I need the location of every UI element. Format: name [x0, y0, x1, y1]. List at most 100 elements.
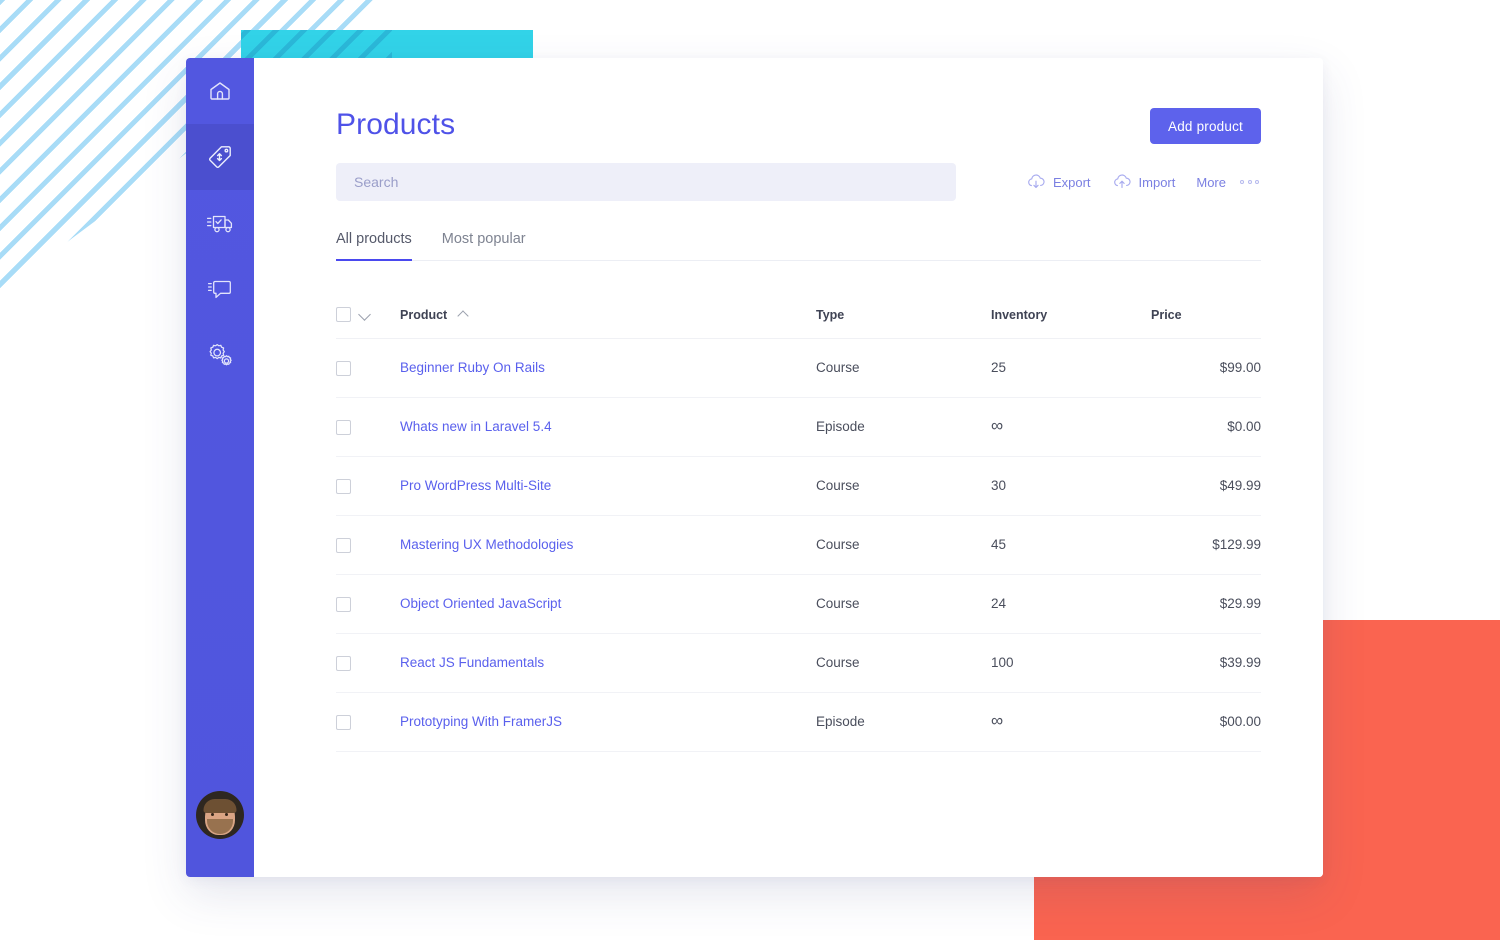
- product-price-cell: $39.99: [1151, 633, 1261, 692]
- row-select-cell: [336, 633, 400, 692]
- product-price-cell: $129.99: [1151, 515, 1261, 574]
- row-select-cell: [336, 397, 400, 456]
- product-name-cell: Pro WordPress Multi-Site: [400, 456, 816, 515]
- tag-icon: [206, 143, 234, 171]
- product-inventory-cell: 25: [991, 339, 1151, 398]
- product-type-cell: Course: [816, 574, 991, 633]
- row-select-cell: [336, 574, 400, 633]
- product-type-cell: Episode: [816, 692, 991, 751]
- product-name-cell: Prototyping With FramerJS: [400, 692, 816, 751]
- sidebar-item-messages[interactable]: [186, 256, 254, 322]
- table-row[interactable]: Object Oriented JavaScript Course24$29.99: [336, 574, 1261, 633]
- select-all-checkbox[interactable]: [336, 307, 351, 322]
- sidebar-item-shipping[interactable]: [186, 190, 254, 256]
- table-row[interactable]: Pro WordPress Multi-Site Course30$49.99: [336, 456, 1261, 515]
- product-inventory-cell: 100: [991, 633, 1151, 692]
- table-head: Product Type Inventory Price: [336, 281, 1261, 339]
- gears-icon: [205, 341, 235, 369]
- sidebar-item-settings[interactable]: [186, 322, 254, 388]
- header-select-all: [336, 281, 400, 339]
- export-button[interactable]: Export: [1026, 173, 1091, 191]
- add-product-button[interactable]: Add product: [1150, 108, 1261, 144]
- product-type-cell: Course: [816, 515, 991, 574]
- import-button[interactable]: Import: [1112, 173, 1176, 191]
- product-name-cell: Mastering UX Methodologies: [400, 515, 816, 574]
- product-link[interactable]: Pro WordPress Multi-Site: [400, 478, 551, 493]
- cloud-upload-icon: [1112, 173, 1132, 191]
- row-checkbox[interactable]: [336, 361, 351, 376]
- row-checkbox[interactable]: [336, 656, 351, 671]
- table-row[interactable]: Beginner Ruby On Rails Course25$99.00: [336, 339, 1261, 398]
- product-name-cell: Beginner Ruby On Rails: [400, 339, 816, 398]
- page-title: Products: [336, 108, 455, 142]
- row-checkbox[interactable]: [336, 538, 351, 553]
- product-inventory-cell: 24: [991, 574, 1151, 633]
- product-type-cell: Episode: [816, 397, 991, 456]
- header-product-label: Product: [400, 308, 447, 322]
- tab-most-popular[interactable]: Most popular: [442, 231, 526, 260]
- product-name-cell: Whats new in Laravel 5.4: [400, 397, 816, 456]
- product-type-cell: Course: [816, 339, 991, 398]
- avatar[interactable]: [196, 791, 244, 839]
- table-header-row: Product Type Inventory Price: [336, 281, 1261, 339]
- product-price-cell: $49.99: [1151, 456, 1261, 515]
- row-select-cell: [336, 339, 400, 398]
- tab-all-products[interactable]: All products: [336, 231, 412, 260]
- product-link[interactable]: Prototyping With FramerJS: [400, 714, 562, 729]
- product-price-cell: $00.00: [1151, 692, 1261, 751]
- page-header: Products Add product: [336, 108, 1261, 144]
- header-type[interactable]: Type: [816, 281, 991, 339]
- more-dots-icon: [1240, 180, 1259, 184]
- truck-icon: [205, 210, 235, 236]
- avatar-eye-left: [211, 813, 214, 816]
- more-label: More: [1196, 175, 1226, 190]
- home-icon: [207, 78, 233, 104]
- sort-asc-caret-icon[interactable]: [457, 311, 468, 322]
- row-select-cell: [336, 692, 400, 751]
- avatar-eye-right: [225, 813, 228, 816]
- row-checkbox[interactable]: [336, 597, 351, 612]
- sidebar-spacer: [186, 388, 254, 791]
- product-name-cell: Object Oriented JavaScript: [400, 574, 816, 633]
- product-link[interactable]: Whats new in Laravel 5.4: [400, 419, 552, 434]
- product-inventory-cell: ∞: [991, 397, 1151, 456]
- table-row[interactable]: Prototyping With FramerJS Episode∞$00.00: [336, 692, 1261, 751]
- search-input[interactable]: [336, 163, 956, 201]
- table-body: Beginner Ruby On RailsCourse25$99.00What…: [336, 339, 1261, 752]
- row-checkbox[interactable]: [336, 479, 351, 494]
- product-inventory-cell: 45: [991, 515, 1151, 574]
- toolbar-actions: Export Import More: [1026, 173, 1261, 191]
- sidebar-item-home[interactable]: [186, 58, 254, 124]
- table-row[interactable]: React JS Fundamentals Course100$39.99: [336, 633, 1261, 692]
- product-price-cell: $0.00: [1151, 397, 1261, 456]
- header-price[interactable]: Price: [1151, 281, 1261, 339]
- table-row[interactable]: Whats new in Laravel 5.4 Episode∞$0.00: [336, 397, 1261, 456]
- row-select-cell: [336, 515, 400, 574]
- product-link[interactable]: Beginner Ruby On Rails: [400, 360, 545, 375]
- row-checkbox[interactable]: [336, 420, 351, 435]
- product-link[interactable]: Object Oriented JavaScript: [400, 596, 561, 611]
- more-button[interactable]: More: [1196, 175, 1259, 190]
- product-link[interactable]: React JS Fundamentals: [400, 655, 544, 670]
- cloud-download-icon: [1026, 173, 1046, 191]
- select-all-chevron-down-icon[interactable]: [358, 308, 371, 321]
- product-price-cell: $29.99: [1151, 574, 1261, 633]
- table-row[interactable]: Mastering UX Methodologies Course45$129.9…: [336, 515, 1261, 574]
- chat-icon: [206, 276, 234, 302]
- product-type-cell: Course: [816, 633, 991, 692]
- export-label: Export: [1053, 175, 1091, 190]
- sidebar: [186, 58, 254, 877]
- sidebar-item-products[interactable]: [186, 124, 254, 190]
- product-link[interactable]: Mastering UX Methodologies: [400, 537, 573, 552]
- product-name-cell: React JS Fundamentals: [400, 633, 816, 692]
- product-price-cell: $99.00: [1151, 339, 1261, 398]
- product-type-cell: Course: [816, 456, 991, 515]
- header-product[interactable]: Product: [400, 281, 816, 339]
- row-checkbox[interactable]: [336, 715, 351, 730]
- product-inventory-cell: 30: [991, 456, 1151, 515]
- row-select-cell: [336, 456, 400, 515]
- product-inventory-cell: ∞: [991, 692, 1151, 751]
- header-inventory[interactable]: Inventory: [991, 281, 1151, 339]
- avatar-hair: [204, 799, 237, 813]
- tabs: All products Most popular: [336, 231, 1261, 261]
